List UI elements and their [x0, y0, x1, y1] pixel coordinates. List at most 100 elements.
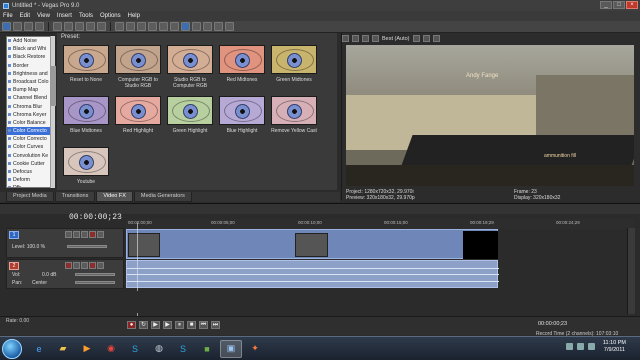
play-button[interactable]: ▶: [163, 321, 172, 329]
maximize-button[interactable]: □: [613, 1, 625, 9]
menu-tools[interactable]: Tools: [79, 13, 93, 19]
fx-list-item[interactable]: Cookie Cutter: [7, 160, 54, 168]
normal-edit-tool-icon[interactable]: [181, 22, 190, 31]
audio-track-header[interactable]: 2 Vol: 0.0 dB Pan: Center: [6, 259, 124, 289]
fx-list-item[interactable]: Dfb: [7, 184, 54, 187]
fx-list-item[interactable]: Chroma Keyer: [7, 111, 54, 119]
mute-icon[interactable]: [89, 231, 96, 238]
preset-thumbnail[interactable]: Green Midtones: [269, 45, 319, 91]
preset-thumbnail[interactable]: Remove Yellow Cast: [269, 96, 319, 142]
invert-phase-icon[interactable]: [73, 262, 80, 269]
video-event[interactable]: [126, 229, 498, 259]
stop-button[interactable]: ■: [187, 321, 196, 329]
video-track-header[interactable]: 1 Level: 100.0 %: [6, 228, 124, 258]
auto-crossfade-icon[interactable]: [148, 22, 157, 31]
fx-list-item[interactable]: Black Restore: [7, 53, 54, 61]
preset-thumbnail[interactable]: Blue Highlight: [217, 96, 267, 142]
scrollbar-thumb[interactable]: [51, 66, 56, 106]
menu-insert[interactable]: Insert: [57, 13, 72, 19]
fx-list-item[interactable]: Channel Blend: [7, 94, 54, 102]
menu-view[interactable]: View: [37, 13, 50, 19]
video-fx-list[interactable]: Add Noise Black and Whi Black Restore Borde…: [6, 36, 55, 188]
tab-video-fx[interactable]: Video FX: [96, 192, 133, 202]
fx-list-item[interactable]: Color Curves: [7, 143, 54, 151]
track-fx-icon[interactable]: [81, 231, 88, 238]
preset-thumbnail[interactable]: Red Midtones: [217, 45, 267, 91]
steam-icon[interactable]: ◍: [148, 340, 170, 358]
audio-event[interactable]: [126, 260, 499, 288]
selection-tool-icon[interactable]: [203, 22, 212, 31]
render-icon[interactable]: [115, 22, 124, 31]
fx-list-item[interactable]: Chroma Blur: [7, 103, 54, 111]
arm-record-icon[interactable]: [65, 262, 72, 269]
chrome-icon[interactable]: ◉: [100, 340, 122, 358]
timeline-vertical-scrollbar[interactable]: [627, 228, 635, 314]
preset-thumbnail[interactable]: Computer RGB to Studio RGB: [113, 45, 163, 91]
ripple-edit-icon[interactable]: [159, 22, 168, 31]
level-slider[interactable]: [67, 245, 107, 248]
fx-list-item[interactable]: Brightness and: [7, 70, 54, 78]
mute-icon[interactable]: [89, 262, 96, 269]
preset-thumbnail[interactable]: Youtube: [61, 147, 111, 193]
fx-list-item[interactable]: Convolution Ke: [7, 152, 54, 160]
track-fx-icon[interactable]: [81, 262, 88, 269]
save-icon[interactable]: [24, 22, 33, 31]
paste-icon[interactable]: [75, 22, 84, 31]
timeline-ruler[interactable]: 00:00:00;00 00:00:05;00 00:00:10;00 00:0…: [126, 219, 634, 229]
menu-file[interactable]: File: [3, 13, 13, 19]
fx-list-item[interactable]: Add Noise: [7, 37, 54, 45]
network-icon[interactable]: [566, 343, 573, 350]
skype-icon[interactable]: S: [124, 340, 146, 358]
preset-thumbnail[interactable]: Blue Midtones: [61, 96, 111, 142]
close-button[interactable]: ×: [626, 1, 638, 9]
fx-list-item[interactable]: Color Balance: [7, 119, 54, 127]
fx-list-scrollbar[interactable]: [50, 36, 56, 188]
undo-icon[interactable]: [86, 22, 95, 31]
loop-playback-button[interactable]: ↻: [139, 321, 148, 329]
overlays-icon[interactable]: [412, 35, 420, 42]
solo-icon[interactable]: [97, 262, 104, 269]
folder-icon[interactable]: ▰: [52, 340, 74, 358]
tab-media-generators[interactable]: Media Generators: [133, 192, 192, 202]
fx-list-item[interactable]: Broadcast Colo: [7, 78, 54, 86]
fx-list-item[interactable]: Color Correcto: [7, 127, 54, 136]
save-snapshot-icon[interactable]: [432, 35, 440, 42]
properties-icon[interactable]: [126, 22, 135, 31]
preview-properties-icon[interactable]: [342, 35, 349, 42]
split-screen-icon[interactable]: [372, 35, 379, 42]
redo-icon[interactable]: [97, 22, 106, 31]
menu-edit[interactable]: Edit: [20, 13, 30, 19]
expand-track-icon[interactable]: [65, 231, 72, 238]
pause-button[interactable]: ⏸: [175, 321, 184, 329]
zoom-tool-icon[interactable]: [214, 22, 223, 31]
preset-thumbnail[interactable]: Studio RGB to Computer RGB: [165, 45, 215, 91]
media-player-icon[interactable]: ▶: [76, 340, 98, 358]
start-button[interactable]: [2, 338, 22, 359]
volume-slider[interactable]: [75, 273, 115, 276]
internet-explorer-icon[interactable]: e: [28, 340, 50, 358]
menu-help[interactable]: Help: [128, 13, 140, 19]
record-button[interactable]: ●: [127, 321, 136, 329]
solo-icon[interactable]: [97, 231, 104, 238]
preset-thumbnail[interactable]: Reset to None: [61, 45, 111, 91]
copy-icon[interactable]: [64, 22, 73, 31]
preview-quality-select[interactable]: Best (Auto): [382, 36, 410, 42]
taskbar-clock[interactable]: 11:10 PM 7/9/2011: [603, 340, 626, 354]
envelope-tool-icon[interactable]: [192, 22, 201, 31]
fx-list-item[interactable]: Border: [7, 62, 54, 70]
tab-transitions[interactable]: Transitions: [54, 192, 96, 202]
go-to-start-button[interactable]: ⏮: [199, 321, 208, 329]
pan-slider[interactable]: [75, 281, 115, 284]
minecraft-icon[interactable]: ■: [196, 340, 218, 358]
fx-list-item[interactable]: Bump Map: [7, 86, 54, 94]
snapping-icon[interactable]: [137, 22, 146, 31]
fx-list-item[interactable]: Color Correcto: [7, 135, 54, 143]
fx-list-item[interactable]: Defocus: [7, 168, 54, 176]
cut-icon[interactable]: [53, 22, 62, 31]
action-center-icon[interactable]: [588, 343, 595, 350]
timeline-empty-area[interactable]: [126, 291, 634, 313]
vegas-pro-icon[interactable]: ▣: [220, 339, 242, 358]
go-to-end-button[interactable]: ⏭: [211, 321, 220, 329]
copy-snapshot-icon[interactable]: [422, 35, 430, 42]
track-motion-icon[interactable]: [73, 231, 80, 238]
